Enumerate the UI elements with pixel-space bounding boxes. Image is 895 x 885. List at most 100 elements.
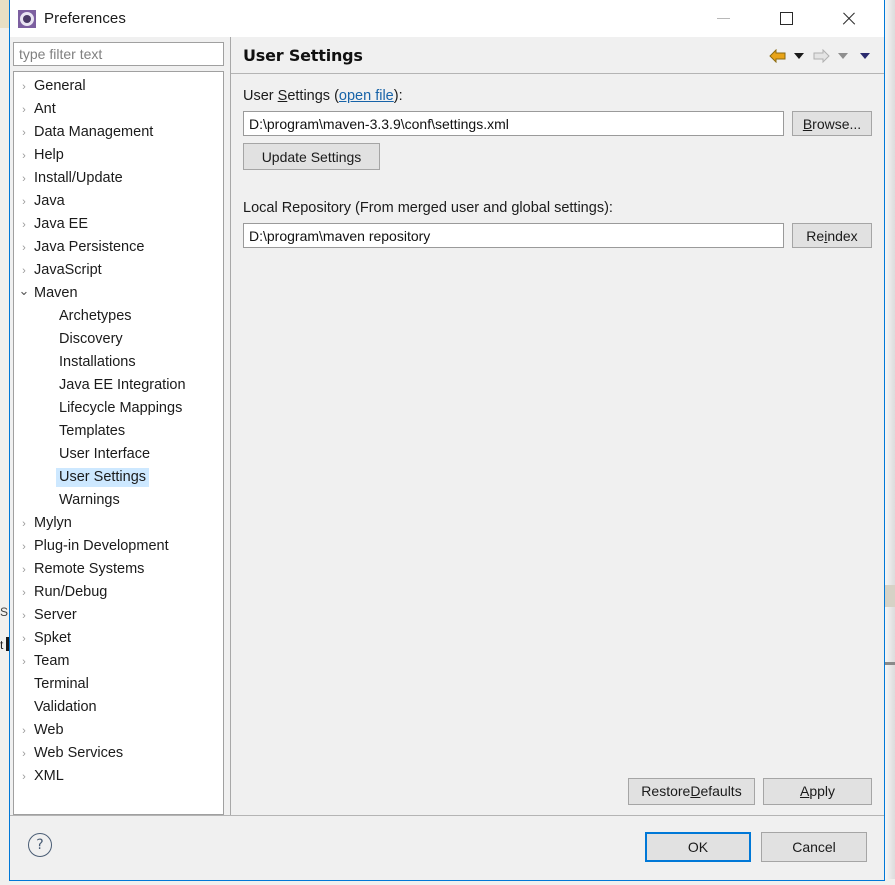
local-repository-path-input[interactable]: D:\program\maven repository <box>243 223 784 248</box>
sidebar-item-javascript[interactable]: › JavaScript <box>14 259 223 282</box>
sidebar-item-label: General <box>34 78 86 94</box>
sidebar-item-general[interactable]: › General <box>14 75 223 98</box>
chevron-right-icon[interactable]: › <box>14 587 32 599</box>
cancel-button[interactable]: Cancel <box>761 832 867 862</box>
sidebar-item-validation[interactable]: Validation <box>14 696 223 719</box>
chevron-right-icon[interactable]: › <box>14 610 32 622</box>
sidebar-item-user-settings[interactable]: User Settings <box>14 466 223 489</box>
forward-dropdown-button[interactable] <box>832 45 854 67</box>
sidebar-item-discovery[interactable]: Discovery <box>14 328 223 351</box>
maximize-button[interactable] <box>763 0 809 37</box>
restore-defaults-button[interactable]: Restore Defaults <box>628 777 755 805</box>
background-window-left-strip <box>0 0 9 885</box>
help-glyph: ? <box>36 837 44 853</box>
content-toolbar <box>766 37 876 74</box>
ok-button[interactable]: OK <box>645 832 751 862</box>
sidebar-item-label: Help <box>34 147 64 163</box>
sidebar-item-lifecycle-mappings[interactable]: Lifecycle Mappings <box>14 397 223 420</box>
forward-arrow-icon <box>813 48 830 63</box>
background-window-scrollbar-thumb[interactable] <box>885 585 895 607</box>
content-panel: User Settings User Settings (open file):… <box>230 37 884 815</box>
user-settings-path-input[interactable]: D:\program\maven-3.3.9\conf\settings.xml <box>243 111 784 136</box>
sidebar-item-run-debug[interactable]: › Run/Debug <box>14 581 223 604</box>
sidebar-item-help[interactable]: › Help <box>14 144 223 167</box>
chevron-right-icon[interactable]: › <box>14 173 32 185</box>
sidebar-item-java-persistence[interactable]: › Java Persistence <box>14 236 223 259</box>
sidebar-item-team[interactable]: › Team <box>14 650 223 673</box>
background-text-fragment-2: t <box>0 638 4 652</box>
sidebar-item-installations[interactable]: Installations <box>14 351 223 374</box>
sidebar-item-data-management[interactable]: › Data Management <box>14 121 223 144</box>
sidebar-item-java-ee-integration[interactable]: Java EE Integration <box>14 374 223 397</box>
sidebar-item-web-services[interactable]: › Web Services <box>14 742 223 765</box>
sidebar-item-label: Java EE Integration <box>59 377 186 393</box>
sidebar-item-label: Team <box>34 653 70 669</box>
sidebar-item-maven[interactable]: ⌄ Maven <box>14 282 223 305</box>
chevron-right-icon[interactable]: › <box>14 81 32 93</box>
local-repository-row: D:\program\maven repository Re i ndex <box>243 223 872 248</box>
sidebar-item-java[interactable]: › Java <box>14 190 223 213</box>
chevron-right-icon[interactable]: › <box>14 265 32 277</box>
help-question-icon[interactable]: ? <box>28 833 52 857</box>
sidebar-item-label: Spket <box>34 630 72 646</box>
chevron-right-icon[interactable]: › <box>14 541 32 553</box>
chevron-right-icon[interactable]: › <box>14 104 32 116</box>
minimize-button[interactable] <box>700 0 746 37</box>
sidebar-item-label: Maven <box>34 285 78 301</box>
browse-button[interactable]: Browse... <box>792 111 872 136</box>
sidebar-item-spket[interactable]: › Spket <box>14 627 223 650</box>
preferences-tree-panel: type filter text › General › Ant › Data Manag… <box>10 37 230 815</box>
back-button[interactable] <box>766 45 788 67</box>
sidebar-item-ant[interactable]: › Ant <box>14 98 223 121</box>
back-dropdown-button[interactable] <box>788 45 810 67</box>
chevron-right-icon[interactable]: › <box>14 748 32 760</box>
background-window-scrollbar-track[interactable] <box>885 0 895 885</box>
view-menu-button[interactable] <box>854 45 876 67</box>
chevron-right-icon[interactable]: › <box>14 656 32 668</box>
sidebar-item-label: Java <box>34 193 65 209</box>
sidebar-item-terminal[interactable]: Terminal <box>14 673 223 696</box>
apply-button[interactable]: Apply <box>763 777 872 805</box>
minimize-icon <box>716 18 730 19</box>
chevron-down-icon[interactable]: ⌄ <box>14 283 32 304</box>
content-header: User Settings <box>231 37 884 74</box>
sidebar-item-java-ee[interactable]: › Java EE <box>14 213 223 236</box>
dialog-footer: ? OK Cancel <box>10 815 884 880</box>
sidebar-item-plug-in-development[interactable]: › Plug-in Development <box>14 535 223 558</box>
content-main: User Settings (open file): D:\program\ma… <box>231 74 884 767</box>
sidebar-item-user-interface[interactable]: User Interface <box>14 443 223 466</box>
filter-input[interactable]: type filter text <box>13 42 224 66</box>
sidebar-item-label: Warnings <box>59 492 120 508</box>
sidebar-item-label: Web Services <box>34 745 124 761</box>
chevron-right-icon[interactable]: › <box>14 242 32 254</box>
sidebar-item-xml[interactable]: › XML <box>14 765 223 788</box>
chevron-right-icon[interactable]: › <box>14 564 32 576</box>
user-settings-label: User Settings (open file): <box>243 88 403 104</box>
chevron-right-icon[interactable]: › <box>14 196 32 208</box>
chevron-right-icon[interactable]: › <box>14 633 32 645</box>
chevron-right-icon[interactable]: › <box>14 127 32 139</box>
chevron-right-icon[interactable]: › <box>14 219 32 231</box>
local-repository-group: Local Repository (From merged user and g… <box>243 200 872 248</box>
sidebar-item-mylyn[interactable]: › Mylyn <box>14 512 223 535</box>
close-button[interactable] <box>825 0 871 37</box>
sidebar-item-warnings[interactable]: Warnings <box>14 489 223 512</box>
forward-dropdown-icon <box>838 52 848 59</box>
sidebar-item-install-update[interactable]: › Install/Update <box>14 167 223 190</box>
sidebar-item-remote-systems[interactable]: › Remote Systems <box>14 558 223 581</box>
reindex-button[interactable]: Re i ndex <box>792 223 872 248</box>
update-settings-button[interactable]: Update Settings <box>243 143 380 170</box>
sidebar-item-web[interactable]: › Web <box>14 719 223 742</box>
sidebar-item-archetypes[interactable]: Archetypes <box>14 305 223 328</box>
sidebar-item-templates[interactable]: Templates <box>14 420 223 443</box>
chevron-right-icon[interactable]: › <box>14 150 32 162</box>
preferences-tree[interactable]: › General › Ant › Data Management › Help › Instal… <box>13 71 224 815</box>
open-file-link[interactable]: open file <box>339 88 394 104</box>
forward-button[interactable] <box>810 45 832 67</box>
chevron-right-icon[interactable]: › <box>14 518 32 530</box>
preferences-gear-icon <box>18 9 36 28</box>
chevron-right-icon[interactable]: › <box>14 725 32 737</box>
sidebar-item-server[interactable]: › Server <box>14 604 223 627</box>
chevron-right-icon[interactable]: › <box>14 771 32 783</box>
window-title: Preferences <box>44 10 126 27</box>
